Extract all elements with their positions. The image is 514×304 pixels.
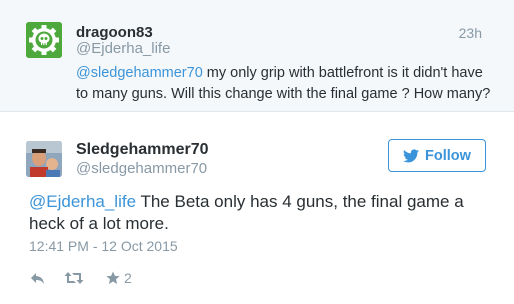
retweet-button[interactable]	[64, 271, 86, 285]
main-author-name[interactable]: Sledgehammer70	[76, 141, 209, 159]
main-tweet: Sledgehammer70 @sledgehammer70 Follow @E…	[0, 113, 514, 304]
star-icon	[106, 271, 120, 284]
main-timestamp[interactable]: 12:41 PM - 12 Oct 2015	[29, 238, 178, 254]
reply-icon	[31, 272, 44, 284]
favorite-button[interactable]: 2	[106, 270, 132, 286]
dragoon83-avatar[interactable]	[26, 22, 62, 58]
reply-mention-link[interactable]: @sledgehammer70	[76, 65, 203, 81]
main-text: @Ejderha_life The Beta only has 4 guns, …	[29, 191, 499, 235]
main-author-handle[interactable]: @sledgehammer70	[76, 160, 207, 177]
reply-author-name[interactable]: dragoon83	[76, 24, 153, 41]
reply-time[interactable]: 23h	[459, 25, 482, 41]
reply-text: @sledgehammer70 my only grip with battle…	[76, 63, 496, 105]
reply-author-handle[interactable]: @Ejderha_life	[76, 40, 170, 57]
retweet-icon	[64, 272, 84, 284]
reply-tweet: dragoon83 @Ejderha_life 23h @sledgehamme…	[0, 0, 514, 112]
follow-button[interactable]: Follow	[388, 139, 486, 172]
tweet-actions: 2	[30, 268, 132, 288]
twitter-bird-icon	[403, 148, 420, 162]
follow-label: Follow	[425, 147, 471, 164]
main-mention-link[interactable]: @Ejderha_life	[29, 192, 136, 211]
reply-button[interactable]	[30, 272, 46, 285]
sledgehammer70-avatar[interactable]	[26, 141, 62, 177]
favorite-count: 2	[124, 270, 132, 286]
